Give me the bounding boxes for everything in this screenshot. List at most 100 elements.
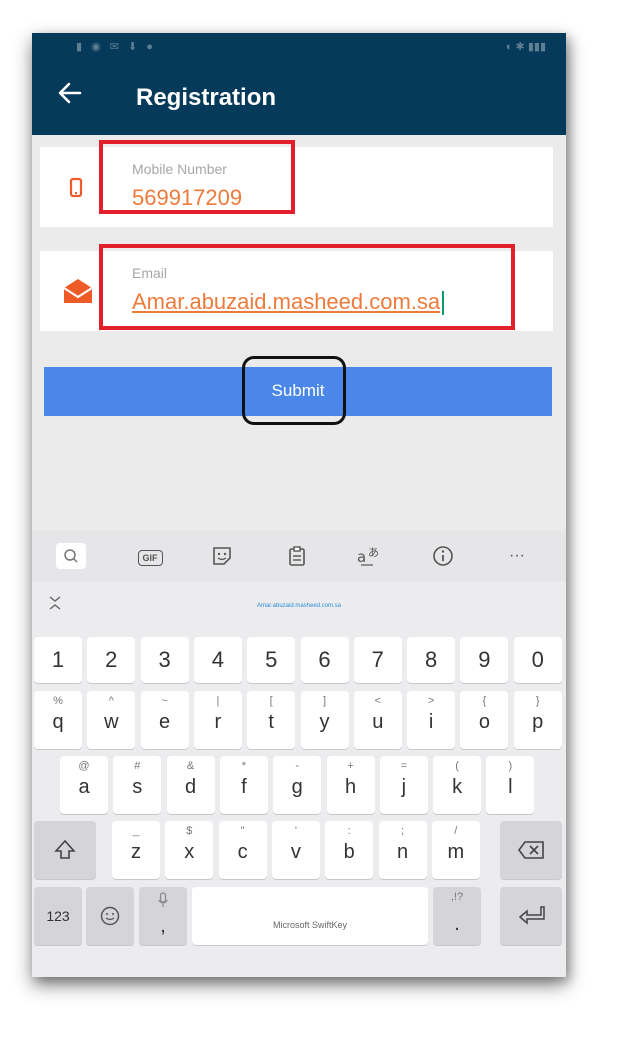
- key-label: h: [344, 776, 357, 798]
- key-r[interactable]: | r: [193, 691, 242, 749]
- emoji-key[interactable]: [86, 887, 134, 945]
- status-icons-left: ▮ ◉ ✉ ⬇ ●: [76, 41, 156, 53]
- translate-icon[interactable]: aあ: [352, 543, 386, 569]
- key-secondary-label: *: [241, 760, 247, 772]
- key-label: o: [478, 711, 490, 733]
- svg-text:あ: あ: [368, 546, 379, 559]
- key-4[interactable]: 4: [193, 637, 242, 683]
- key-secondary-label: ^: [108, 695, 114, 707]
- key-8[interactable]: 8: [407, 637, 456, 683]
- key-w[interactable]: ^ w: [87, 691, 136, 749]
- mobile-number-highlight: [99, 140, 295, 214]
- key-h[interactable]: + h: [326, 756, 375, 814]
- key-e[interactable]: ~ e: [140, 691, 189, 749]
- key-3[interactable]: 3: [140, 637, 189, 683]
- key-label: a: [78, 776, 90, 798]
- numbers-key[interactable]: 123: [34, 887, 82, 945]
- key-secondary-label: {: [482, 695, 487, 707]
- key-label: g: [291, 776, 303, 798]
- key-secondary-label: >: [427, 695, 435, 707]
- info-icon[interactable]: [428, 543, 458, 569]
- key-label: 5: [265, 647, 278, 672]
- comma-key[interactable]: ,: [139, 887, 187, 945]
- key-9[interactable]: 9: [460, 637, 509, 683]
- key-j[interactable]: = j: [379, 756, 428, 814]
- key-secondary-label: }: [535, 695, 540, 707]
- key-n[interactable]: ; n: [378, 821, 427, 879]
- key-l[interactable]: ) l: [486, 756, 535, 814]
- key-1[interactable]: 1: [34, 637, 82, 683]
- keyboard: 1 2 3 4 5 6 7 8 9 0% q ^ w ~ e | r[t] y < u > i{o} p @ a # s & d * f - g…: [32, 631, 566, 977]
- keyboard-toolbar: GIF aあ ···: [32, 531, 566, 581]
- key-m[interactable]: / m: [431, 821, 480, 879]
- page-title: Registration: [136, 84, 277, 111]
- key-label: 6: [318, 647, 331, 672]
- key-label: 2: [105, 647, 118, 672]
- key-i[interactable]: > i: [407, 691, 456, 749]
- space-key-label: Microsoft SwiftKey: [272, 920, 348, 930]
- key-label: n: [396, 841, 409, 863]
- key-f[interactable]: * f: [219, 756, 268, 814]
- key-secondary-label: =: [400, 760, 408, 772]
- key-label: u: [372, 711, 384, 733]
- key-v[interactable]: ' v: [271, 821, 320, 879]
- key-b[interactable]: :b: [325, 821, 374, 879]
- key-o[interactable]: {o: [460, 691, 509, 749]
- key-secondary-label: (: [455, 760, 459, 772]
- key-label: 123: [46, 908, 70, 924]
- backspace-key[interactable]: [500, 821, 562, 879]
- key-secondary-label: ~: [161, 695, 168, 707]
- shift-icon: [54, 839, 76, 859]
- search-icon[interactable]: [56, 543, 86, 569]
- key-d[interactable]: & d: [166, 756, 215, 814]
- back-arrow-icon[interactable]: [52, 79, 88, 115]
- key-6[interactable]: 6: [300, 637, 349, 683]
- key-secondary-label: ;: [400, 825, 405, 837]
- emoji-icon: [100, 906, 120, 926]
- key-t[interactable]: [t: [247, 691, 296, 749]
- shift-key[interactable]: [34, 821, 96, 879]
- key-label: r: [214, 711, 222, 733]
- key-a[interactable]: @ a: [60, 756, 108, 814]
- key-label: w: [104, 711, 119, 733]
- phone-icon: [68, 177, 84, 204]
- app-bar: Registration: [32, 61, 566, 135]
- gif-label: GIF: [137, 550, 163, 566]
- microphone-icon: [158, 892, 168, 907]
- key-u[interactable]: < u: [353, 691, 402, 749]
- suggestion-text[interactable]: Amar.abuzaid.masheed.com.sa: [32, 603, 566, 609]
- key-q[interactable]: % q: [34, 691, 82, 749]
- email-highlight: [99, 244, 515, 330]
- key-secondary-label: ': [294, 825, 297, 837]
- key-c[interactable]: " c: [218, 821, 267, 879]
- clipboard-icon[interactable]: [282, 543, 312, 569]
- key-secondary-label: ): [508, 760, 513, 772]
- key-secondary-label: /: [454, 825, 458, 837]
- space-key[interactable]: Microsoft SwiftKey: [192, 887, 428, 945]
- key-7[interactable]: 7: [353, 637, 402, 683]
- key-label: x: [184, 841, 195, 863]
- key-label: i: [428, 711, 434, 733]
- key-k[interactable]: (k: [433, 756, 482, 814]
- period-key[interactable]: ,!?.: [433, 887, 481, 945]
- key-0[interactable]: 0: [513, 637, 562, 683]
- gif-icon[interactable]: GIF: [134, 543, 166, 569]
- key-label: s: [132, 776, 143, 798]
- key-z[interactable]: _ z: [112, 821, 160, 879]
- key-label: 8: [424, 647, 438, 672]
- key-p[interactable]: } p: [513, 691, 562, 749]
- key-5[interactable]: 5: [247, 637, 296, 683]
- enter-key[interactable]: [500, 887, 562, 945]
- key-g[interactable]: -g: [273, 756, 322, 814]
- key-x[interactable]: $ x: [165, 821, 214, 879]
- key-s[interactable]: # s: [113, 756, 162, 814]
- key-secondary-label: @: [78, 760, 90, 772]
- key-2[interactable]: 2: [87, 637, 136, 683]
- key-y[interactable]: ] y: [300, 691, 349, 749]
- key-label: .: [454, 913, 460, 935]
- key-secondary-label: ,!?: [450, 891, 464, 903]
- status-icons-right: ◐ ✱ ▮▮▮: [505, 41, 546, 53]
- sticker-icon[interactable]: [207, 543, 237, 569]
- more-icon[interactable]: ···: [502, 543, 532, 569]
- phone-screen: ▮ ◉ ✉ ⬇ ● ◐ ✱ ▮▮▮ Registration Mobile Nu…: [32, 33, 566, 977]
